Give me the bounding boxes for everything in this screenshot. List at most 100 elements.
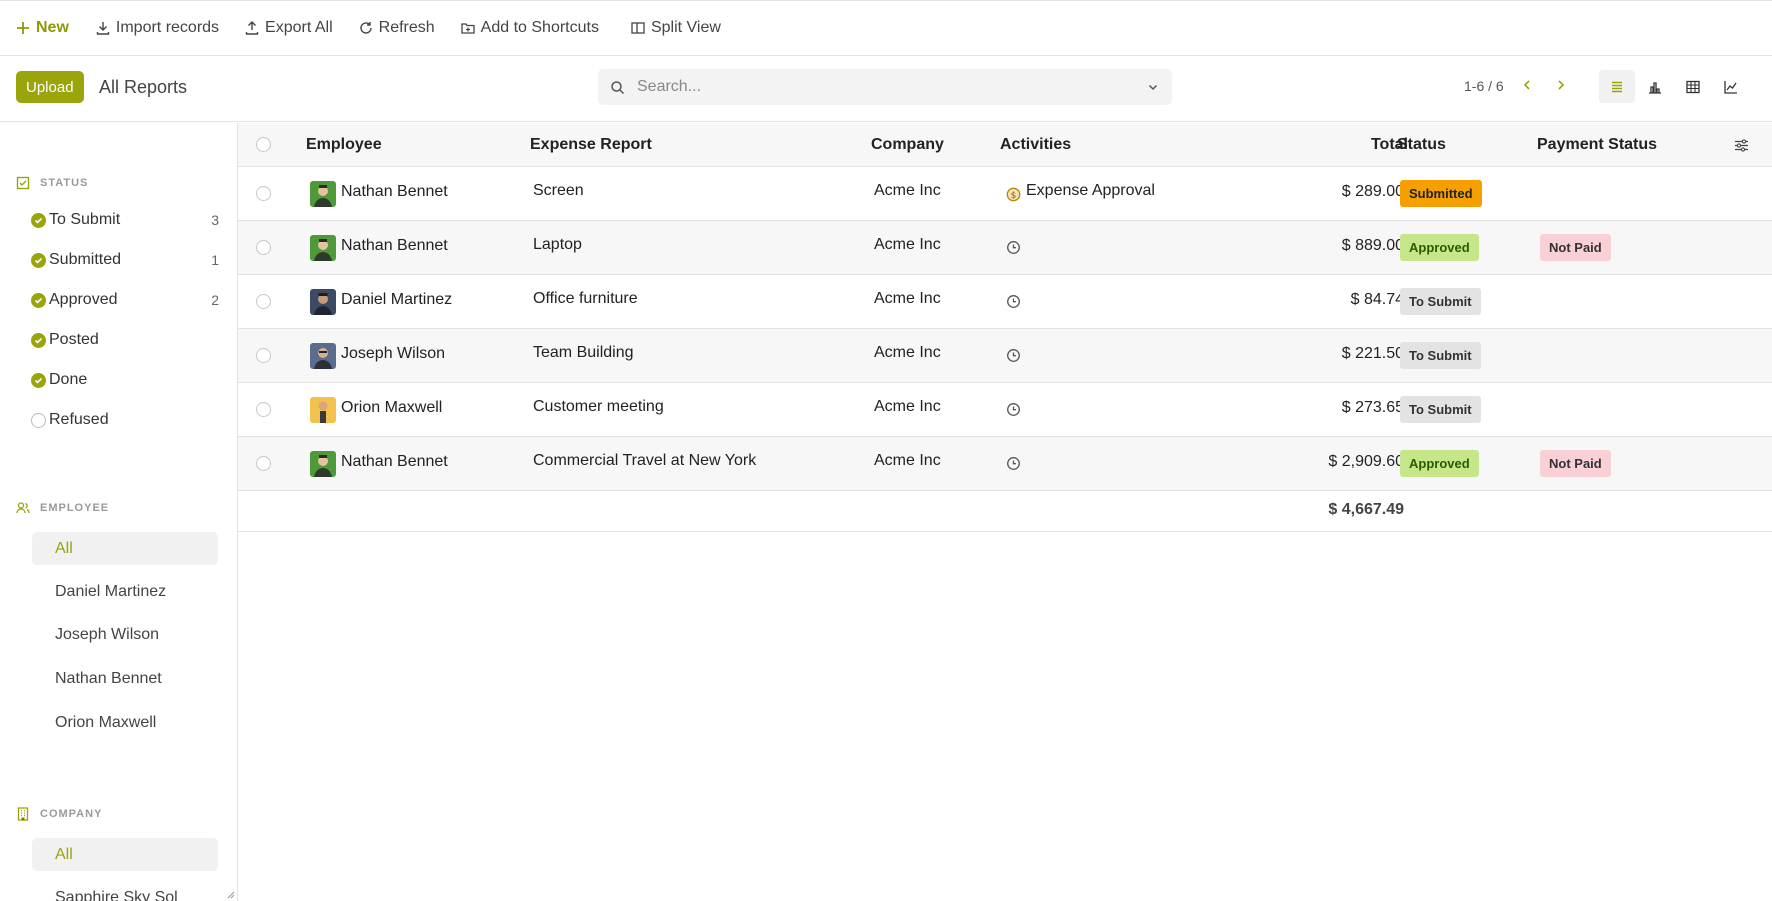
row-total: $ 889.00 [1341, 237, 1404, 254]
clock-icon[interactable] [1006, 402, 1021, 417]
status-filter-label: To Submit [49, 211, 121, 228]
upload-icon [245, 21, 259, 35]
expense-report-name: Screen [533, 182, 584, 199]
clock-icon[interactable] [1006, 240, 1021, 255]
import-records-button[interactable]: Import records [96, 19, 219, 37]
line-chart-icon [1724, 80, 1737, 94]
column-header-employee[interactable]: Employee [306, 136, 382, 154]
expense-report-table: Employee Expense Report Company Activiti… [238, 123, 1772, 901]
avatar [310, 235, 336, 261]
plus-icon [17, 22, 29, 34]
employee-name: Joseph Wilson [341, 345, 446, 362]
check-circle-icon [31, 212, 46, 228]
row-checkbox[interactable] [256, 456, 271, 471]
column-header-status[interactable]: Status [1397, 136, 1446, 154]
line-view-button[interactable] [1713, 70, 1749, 103]
check-circle-icon [31, 252, 46, 268]
expense-report-name: Team Building [533, 344, 634, 361]
clock-icon[interactable] [1006, 294, 1021, 309]
row-total: $ 221.50 [1341, 345, 1404, 362]
column-header-payment-status[interactable]: Payment Status [1537, 136, 1657, 154]
column-header-expense-report[interactable]: Expense Report [530, 136, 652, 154]
status-filter-refused[interactable]: Refused [31, 405, 219, 435]
top-toolbar: New Import records Export All Refresh Ad… [0, 0, 1772, 56]
search-input[interactable] [637, 78, 1146, 96]
row-checkbox[interactable] [256, 240, 271, 255]
previous-page-button[interactable] [1518, 74, 1536, 96]
export-all-button[interactable]: Export All [245, 19, 333, 37]
avatar [310, 397, 336, 423]
status-filter-to-submit[interactable]: To Submit 3 [31, 205, 219, 235]
status-filter-done[interactable]: Done [31, 365, 219, 395]
column-settings-icon[interactable] [1734, 138, 1749, 153]
pivot-view-button[interactable] [1675, 70, 1711, 103]
status-badge: To Submit [1400, 288, 1481, 315]
row-total: $ 273.65 [1341, 399, 1404, 416]
table-header: Employee Expense Report Company Activiti… [238, 123, 1772, 167]
chevron-right-icon [1558, 80, 1565, 90]
users-icon [16, 502, 30, 514]
upload-button[interactable]: Upload [16, 71, 84, 103]
avatar [310, 289, 336, 315]
resize-handle-icon[interactable] [225, 889, 235, 899]
table-row[interactable]: Orion Maxwell Customer meeting Acme Inc … [238, 383, 1772, 437]
status-filter-label: Submitted [49, 251, 122, 268]
status-badge: To Submit [1400, 342, 1481, 369]
building-icon [17, 807, 29, 821]
table-row[interactable]: Nathan Bennet Screen Acme Inc $ Expense … [238, 167, 1772, 221]
clock-icon[interactable] [1006, 456, 1021, 471]
split-view-button[interactable]: Split View [631, 19, 721, 37]
company-name: Acme Inc [874, 344, 941, 361]
status-title: STATUS [40, 177, 89, 189]
dollar-circle-icon[interactable]: $ [1006, 187, 1021, 202]
employee-filter-item[interactable]: Nathan Bennet [32, 662, 218, 695]
employee-filter-item[interactable]: Daniel Martinez [32, 575, 218, 608]
employee-filter-all[interactable]: All [32, 532, 218, 565]
refresh-button[interactable]: Refresh [359, 19, 435, 37]
split-view-label: Split View [650, 19, 721, 36]
graph-view-button[interactable] [1637, 70, 1673, 103]
table-row[interactable]: Daniel Martinez Office furniture Acme In… [238, 275, 1772, 329]
employee-name: Nathan Bennet [341, 237, 448, 254]
column-header-activities[interactable]: Activities [1000, 136, 1071, 154]
split-view-icon [631, 22, 645, 34]
list-view-button[interactable] [1599, 70, 1635, 103]
status-filter-label: Posted [49, 331, 99, 348]
page-title: All Reports [99, 77, 188, 97]
new-button[interactable]: New [16, 19, 69, 37]
add-to-shortcuts-button[interactable]: Add to Shortcuts [461, 19, 599, 37]
company-filter-item[interactable]: Sapphire Sky Sol [32, 881, 218, 901]
empty-circle-icon [31, 412, 46, 428]
company-section-title: COMPANY [16, 807, 102, 821]
company-name: Acme Inc [874, 290, 941, 307]
activity-label[interactable]: Expense Approval [1026, 182, 1155, 200]
chevron-down-icon[interactable] [1146, 80, 1160, 94]
clock-icon[interactable] [1006, 348, 1021, 363]
row-checkbox[interactable] [256, 402, 271, 417]
employee-section-title: EMPLOYEE [16, 501, 109, 515]
chevron-left-icon [1523, 80, 1530, 90]
table-row[interactable]: Joseph Wilson Team Building Acme Inc $ 2… [238, 329, 1772, 383]
status-filter-approved[interactable]: Approved 2 [31, 285, 219, 315]
refresh-label: Refresh [378, 19, 435, 36]
row-checkbox[interactable] [256, 186, 271, 201]
expense-report-name: Office furniture [533, 290, 638, 307]
status-filter-label: Done [49, 371, 88, 388]
select-all-checkbox[interactable] [256, 137, 271, 152]
company-filter-all[interactable]: All [32, 838, 218, 871]
status-filter-submitted[interactable]: Submitted 1 [31, 245, 219, 275]
row-checkbox[interactable] [256, 348, 271, 363]
avatar [310, 181, 336, 207]
row-checkbox[interactable] [256, 294, 271, 309]
table-icon [1686, 80, 1700, 93]
next-page-button[interactable] [1552, 74, 1570, 96]
table-row[interactable]: Nathan Bennet Laptop Acme Inc $ 889.00 A… [238, 221, 1772, 275]
table-row[interactable]: Nathan Bennet Commercial Travel at New Y… [238, 437, 1772, 491]
employee-filter-item[interactable]: Joseph Wilson [32, 618, 218, 651]
status-filter-posted[interactable]: Posted [31, 325, 219, 355]
pager-value[interactable]: 1-6 / 6 [1464, 78, 1504, 94]
checkbox-icon [16, 176, 30, 190]
avatar [310, 451, 336, 477]
column-header-company[interactable]: Company [871, 136, 944, 154]
employee-filter-item[interactable]: Orion Maxwell [32, 706, 218, 739]
